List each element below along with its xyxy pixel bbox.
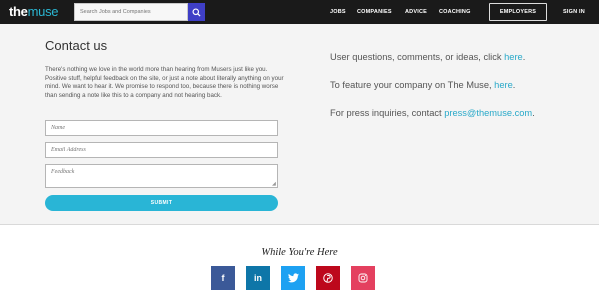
search-input[interactable]	[74, 3, 188, 21]
nav-jobs[interactable]: JOBS	[330, 0, 346, 24]
contact-description: There's nothing we love in the world mor…	[45, 66, 284, 99]
linkedin-icon: in	[254, 273, 262, 283]
nav-companies[interactable]: COMPANIES	[357, 0, 392, 24]
press-email-link[interactable]: press@themuse.com	[444, 108, 532, 118]
questions-end: .	[522, 52, 526, 62]
page-title: Contact us	[45, 38, 108, 53]
facebook-button[interactable]: f	[211, 266, 235, 290]
twitter-button[interactable]	[281, 266, 305, 290]
feature-company-text: To feature your company on The Muse,	[330, 80, 495, 90]
name-field[interactable]	[45, 120, 278, 136]
top-nav-bar: themuse JOBS COMPANIES ADVICE COACHING E…	[0, 0, 599, 24]
feedback-field[interactable]	[45, 164, 278, 188]
questions-line: User questions, comments, or ideas, clic…	[330, 52, 525, 62]
while-youre-here-heading: While You're Here	[261, 247, 338, 258]
questions-text: User questions, comments, or ideas, clic…	[330, 52, 505, 62]
feature-company-link[interactable]: here	[494, 80, 513, 90]
linkedin-button[interactable]: in	[246, 266, 270, 290]
press-text: For press inquiries, contact	[330, 108, 445, 118]
email-field[interactable]	[45, 142, 278, 158]
pinterest-icon	[323, 273, 333, 283]
nav-coaching[interactable]: COACHING	[439, 0, 471, 24]
search-box	[74, 3, 205, 21]
resize-grip-icon[interactable]: ◢	[272, 182, 276, 187]
logo-bold: the	[9, 4, 28, 19]
instagram-button[interactable]	[351, 266, 375, 290]
submit-button[interactable]: SUBMIT	[45, 195, 278, 211]
instagram-icon	[358, 273, 368, 283]
press-end: .	[532, 108, 535, 118]
logo-light: muse	[27, 4, 59, 19]
feature-company-end: .	[512, 80, 516, 90]
facebook-icon: f	[221, 273, 225, 283]
search-button[interactable]	[188, 3, 205, 21]
press-line: For press inquiries, contact press@themu…	[330, 108, 535, 118]
twitter-icon	[287, 273, 299, 283]
search-icon	[192, 7, 201, 17]
employers-button[interactable]: EMPLOYERS	[489, 3, 547, 21]
muse-logo[interactable]: themuse	[9, 4, 58, 19]
questions-link[interactable]: here	[504, 52, 523, 62]
pinterest-button[interactable]	[316, 266, 340, 290]
feature-company-line: To feature your company on The Muse, her…	[330, 80, 515, 90]
sign-in-link[interactable]: SIGN IN	[563, 0, 585, 24]
nav-advice[interactable]: ADVICE	[405, 0, 427, 24]
